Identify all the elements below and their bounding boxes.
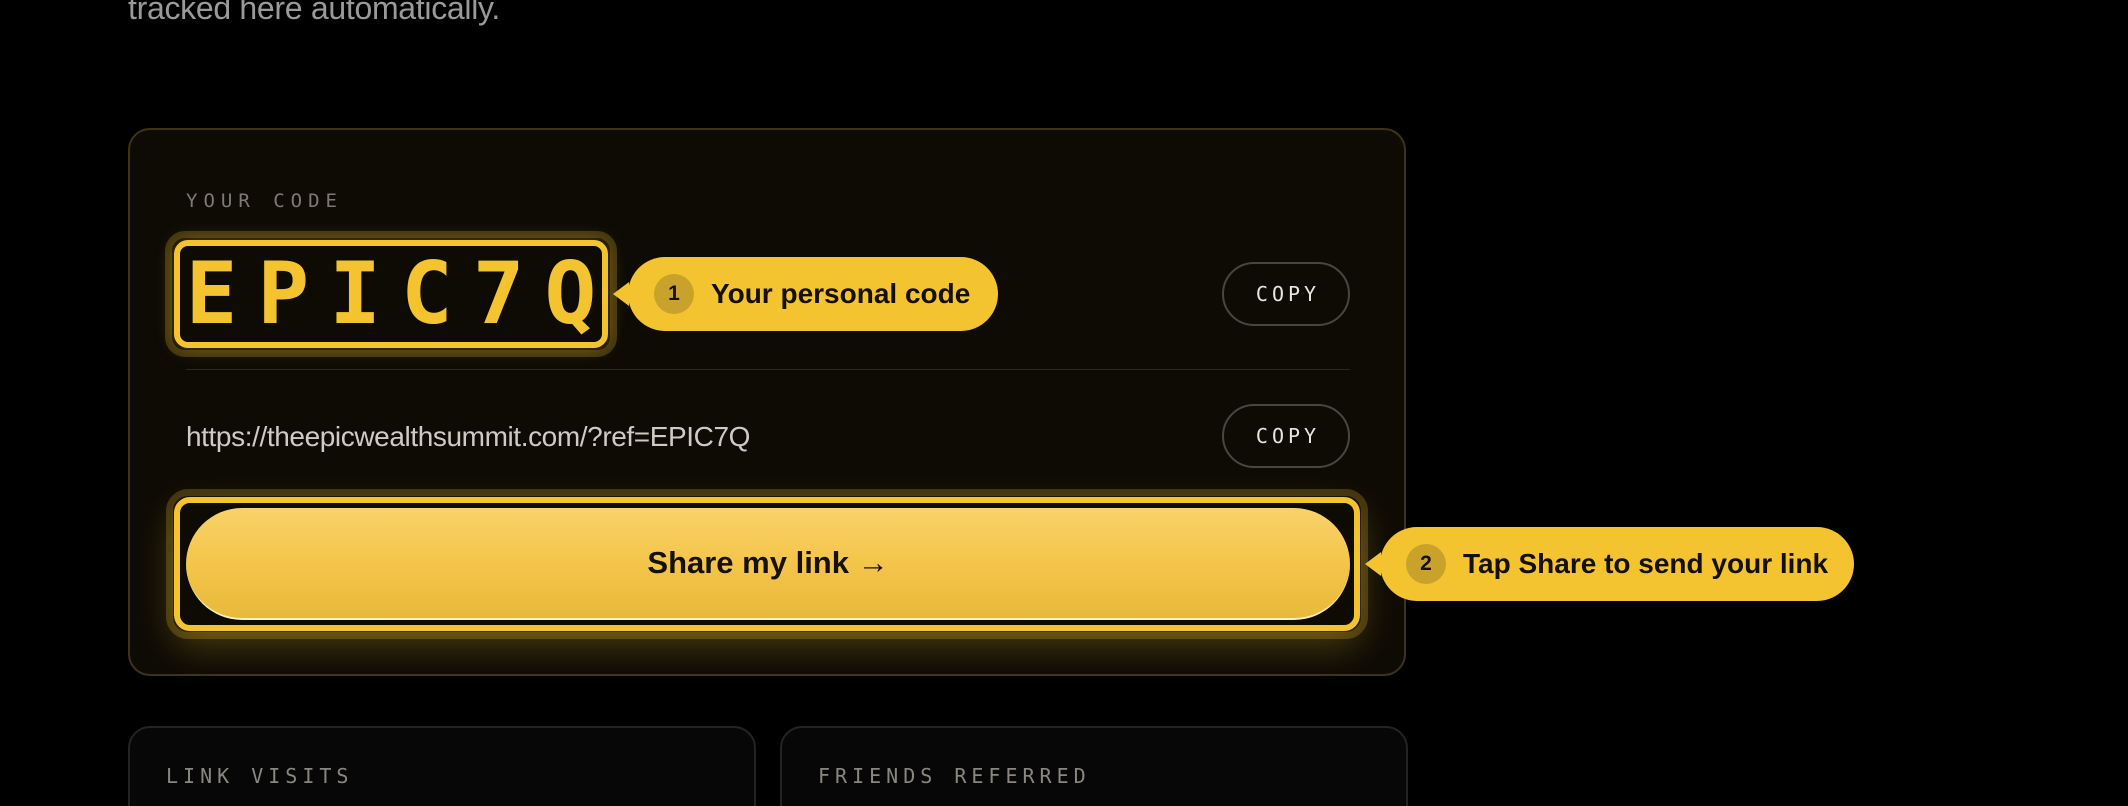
- intro-text: tracked here automatically.: [128, 0, 500, 26]
- callout-share-link: 2 Tap Share to send your link: [1365, 527, 1854, 601]
- link-visits-label: LINK VISITS: [166, 764, 354, 788]
- link-visits-card: LINK VISITS: [128, 726, 756, 806]
- code-highlight-frame: EPIC7Q: [174, 240, 608, 348]
- your-code-label: YOUR CODE: [186, 190, 343, 212]
- callout-step-1-badge: 1: [654, 274, 694, 314]
- personal-code: EPIC7Q: [185, 244, 617, 344]
- card-divider: [186, 369, 1350, 370]
- callout-step-2-badge: 2: [1406, 544, 1446, 584]
- callout-personal-code: 1 Your personal code: [613, 257, 998, 331]
- callout-step-2-text: Tap Share to send your link: [1463, 548, 1829, 579]
- copy-code-button[interactable]: COPY: [1222, 262, 1350, 326]
- referral-link-text: https://theepicwealthsummit.com/?ref=EPI…: [186, 421, 751, 452]
- friends-referred-card: FRIENDS REFERRED: [780, 726, 1408, 806]
- friends-referred-label: FRIENDS REFERRED: [818, 764, 1091, 788]
- share-link-button[interactable]: Share my link →: [186, 508, 1350, 620]
- callout-step-1-text: Your personal code: [711, 278, 971, 309]
- copy-link-button[interactable]: COPY: [1222, 404, 1350, 468]
